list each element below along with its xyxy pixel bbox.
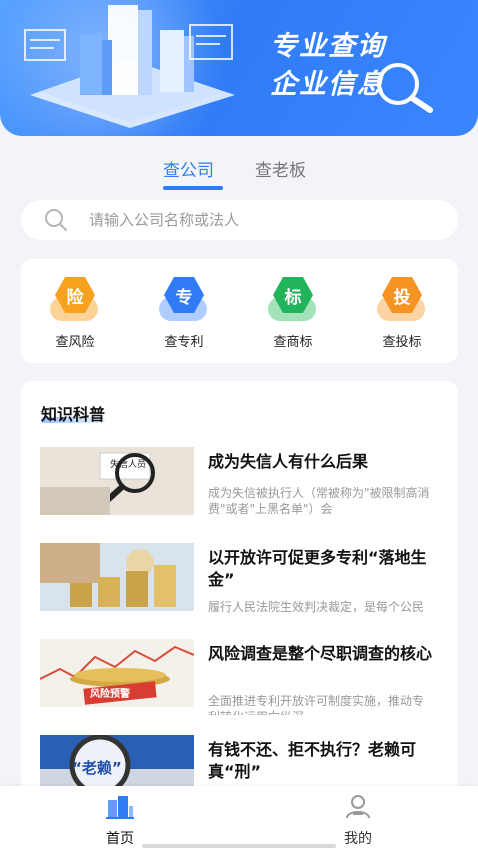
quick-action-patent[interactable]: 专 查专利 bbox=[144, 277, 224, 350]
quick-action-label: 查专利 bbox=[164, 335, 204, 350]
article-thumbnail: 失信人员 bbox=[40, 447, 194, 515]
article-desc: 成为失信被执行人（常被称为"被限制高消费"或者"上黑名单"）会 bbox=[208, 486, 430, 516]
article-item[interactable]: 以开放许可促更多专利“落地生金” 履行人民法院生效判决裁定，是每个公民应尽的义务… bbox=[40, 543, 458, 633]
tab-company[interactable]: 查公司 bbox=[163, 156, 214, 181]
quick-action-risk[interactable]: 险 查风险 bbox=[35, 277, 115, 350]
hero-banner: 专业查询 企业信息 bbox=[0, 0, 478, 136]
slogan-line-1: 专业查询 bbox=[270, 31, 386, 62]
article-item[interactable]: 风险预警 风险调查是整个尽职调查的核心 全面推进专利开放许可制度实施，推动专利转… bbox=[40, 639, 458, 719]
tabbar-item-profile[interactable]: 我的 bbox=[318, 794, 398, 848]
quick-action-label: 查投标 bbox=[382, 335, 422, 350]
city-illustration bbox=[24, 5, 235, 128]
section-title: 知识科普 bbox=[41, 405, 106, 424]
search-mode-tabs: 查公司 查老板 bbox=[0, 156, 478, 192]
quick-actions-card: 险 查风险 专 查专利 标 查商标 投 查投标 bbox=[21, 259, 458, 363]
thumb-caption: 失信人员 bbox=[110, 460, 147, 470]
profile-icon bbox=[346, 795, 370, 819]
quick-action-label: 查风险 bbox=[55, 335, 95, 350]
search-bar[interactable] bbox=[21, 200, 458, 240]
knowledge-section: 知识科普 失信人员 成为失信人有什么后果 成为失信被执行人（常被称为"被限制高消… bbox=[21, 381, 458, 811]
quick-action-trademark[interactable]: 标 查商标 bbox=[253, 277, 333, 350]
magnifier-icon bbox=[377, 63, 433, 113]
tabbar-item-home[interactable]: 首页 bbox=[80, 794, 160, 848]
thumb-caption: 风险预警 bbox=[90, 689, 130, 700]
active-tab-indicator bbox=[163, 186, 223, 190]
slogan-line-2: 企业信息 bbox=[270, 69, 386, 100]
tab-boss[interactable]: 查老板 bbox=[255, 156, 306, 181]
article-title: 以开放许可促更多专利“落地生金” bbox=[208, 548, 427, 589]
home-icon bbox=[106, 796, 134, 819]
thumb-caption: “老赖” bbox=[72, 759, 122, 777]
article-title: 风险调查是整个尽职调查的核心 bbox=[208, 644, 433, 663]
quick-action-label: 查商标 bbox=[273, 335, 313, 350]
article-item[interactable]: 失信人员 成为失信人有什么后果 成为失信被执行人（常被称为"被限制高消费"或者"… bbox=[40, 447, 458, 517]
home-indicator bbox=[142, 844, 336, 848]
search-icon bbox=[45, 209, 67, 231]
article-title: 成为失信人有什么后果 bbox=[208, 452, 369, 471]
article-desc: 全面推进专利开放许可制度实施，推动专利转化运用向纵深 bbox=[208, 694, 425, 715]
quick-action-bid[interactable]: 投 查投标 bbox=[362, 277, 442, 350]
search-input[interactable] bbox=[89, 211, 419, 229]
article-desc: 履行人民法院生效判决裁定，是每个公民应尽的义务，一旦成为 bbox=[208, 600, 425, 614]
banner-slogan: 专业查询 企业信息 bbox=[270, 28, 386, 104]
article-thumbnail bbox=[40, 543, 194, 611]
article-thumbnail: 风险预警 bbox=[40, 639, 194, 707]
bottom-tab-bar: 首页 我的 bbox=[0, 786, 478, 850]
article-title: 有钱不还、拒不执行？老赖可真“刑” bbox=[208, 740, 417, 781]
